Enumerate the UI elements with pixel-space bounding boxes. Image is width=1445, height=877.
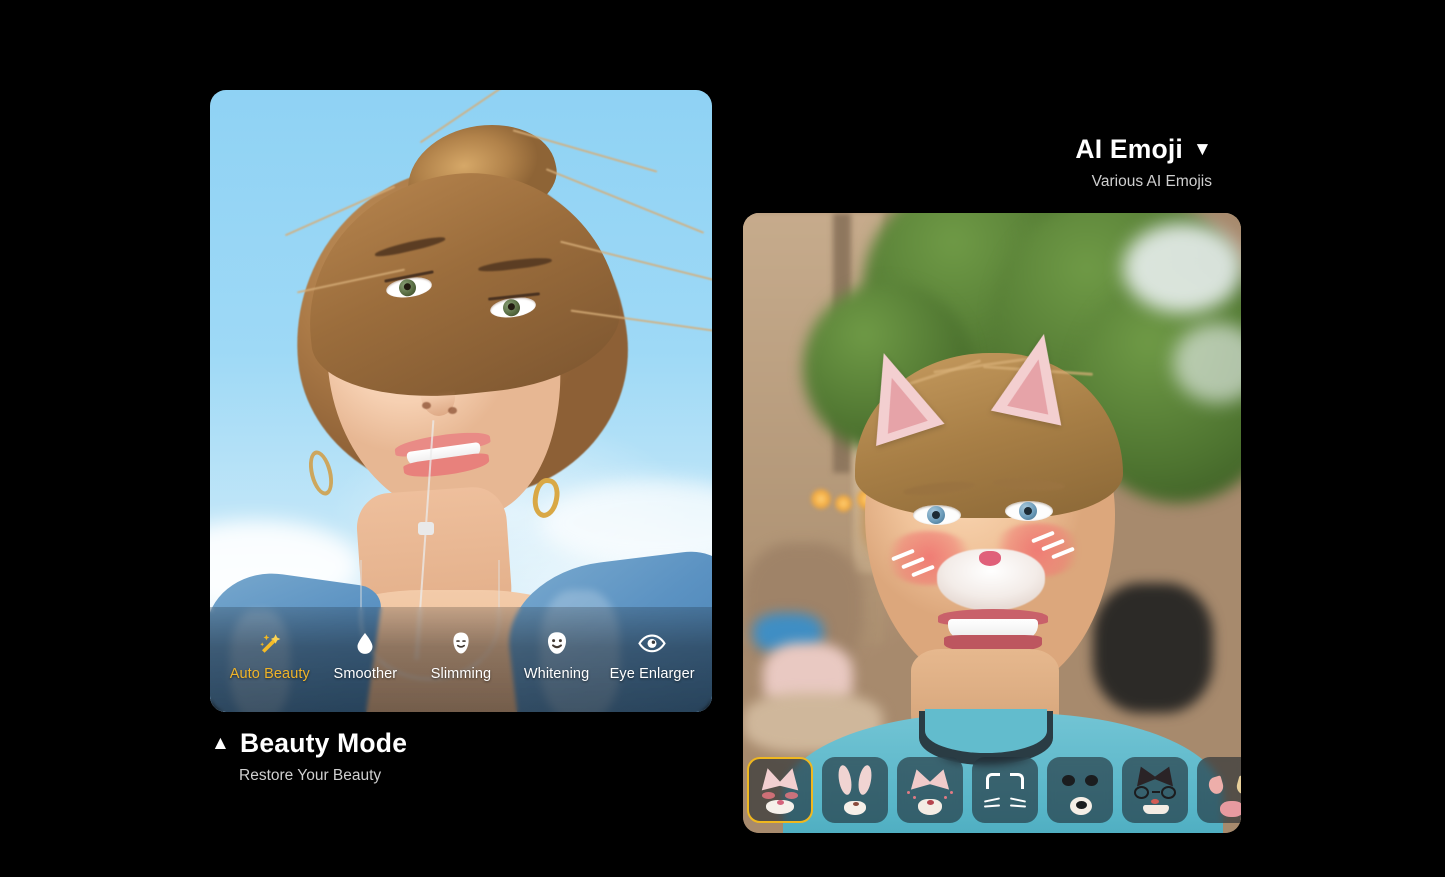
beauty-tool-label: Smoother <box>333 666 398 682</box>
beauty-tool-eye-enlarger[interactable]: Eye Enlarger <box>604 629 700 682</box>
emoji-filter-fox-filter[interactable] <box>897 757 963 823</box>
iris <box>501 298 522 318</box>
eye-icon <box>637 629 667 657</box>
ai-emoji-caption: AI Emoji ▼ Various AI Emojis <box>1075 134 1212 191</box>
beauty-tool-smoother[interactable]: Smoother <box>318 629 414 682</box>
emoji-filter-devil-filter[interactable] <box>1122 757 1188 823</box>
beauty-mode-subtitle: Restore Your Beauty <box>239 767 382 784</box>
collar <box>925 709 1047 753</box>
ai-emoji-title-row: AI Emoji ▼ <box>1075 134 1212 165</box>
bokeh-light <box>811 489 831 509</box>
beauty-mode-preview-card: Auto Beauty Smoother Slimming Whitening … <box>210 90 712 712</box>
emoji-filter-strip[interactable] <box>743 757 1241 823</box>
page-title: AI Emoji <box>1075 134 1183 164</box>
beauty-tool-auto-beauty[interactable]: Auto Beauty <box>222 629 318 682</box>
beauty-tool-label: Auto Beauty <box>229 666 310 682</box>
magic-wand-sparkle-icon <box>256 629 284 657</box>
emoji-filter-pig-filter[interactable] <box>1197 757 1241 823</box>
iris <box>1019 502 1037 520</box>
beauty-tool-whitening[interactable]: Whitening <box>509 629 605 682</box>
nostril <box>422 402 431 409</box>
water-drop-icon <box>352 629 378 657</box>
beauty-tool-label: Slimming <box>430 666 492 682</box>
mouth-shape <box>938 609 1048 653</box>
slim-face-icon <box>448 629 474 657</box>
emoji-filter-bunny-filter[interactable] <box>822 757 888 823</box>
page-title: Beauty Mode <box>240 728 408 758</box>
emoji-filter-cat-filter[interactable] <box>747 757 813 823</box>
beauty-tool-label: Eye Enlarger <box>609 666 695 682</box>
ai-emoji-preview-card <box>743 213 1241 833</box>
chalkboard-blur <box>1093 583 1213 713</box>
bokeh-light <box>835 495 852 512</box>
iris <box>927 506 945 524</box>
triangle-down-icon: ▼ <box>1192 139 1212 160</box>
sky-gap <box>1123 223 1241 313</box>
nostril <box>448 407 457 414</box>
earbud <box>418 522 434 535</box>
emoji-filter-bear-filter[interactable] <box>1047 757 1113 823</box>
eye-right <box>1005 501 1053 521</box>
triangle-up-icon: ▲ <box>211 733 231 754</box>
beauty-toolbar: Auto Beauty Smoother Slimming Whitening … <box>210 607 712 712</box>
page-stage: Auto Beauty Smoother Slimming Whitening … <box>0 0 1445 877</box>
eye-left <box>913 505 961 525</box>
cat-nose-icon <box>979 551 1001 566</box>
ai-emoji-subtitle: Various AI Emojis <box>1091 173 1212 190</box>
beauty-tool-slimming[interactable]: Slimming <box>413 629 509 682</box>
beauty-tool-label: Whitening <box>523 666 590 682</box>
beauty-mode-caption: ▲ Beauty Mode Restore Your Beauty <box>211 728 407 785</box>
emoji-filter-whiskers-filter[interactable] <box>972 757 1038 823</box>
beauty-mode-title-row: ▲ Beauty Mode <box>211 728 407 759</box>
round-face-icon <box>544 629 570 657</box>
iris <box>397 278 418 298</box>
